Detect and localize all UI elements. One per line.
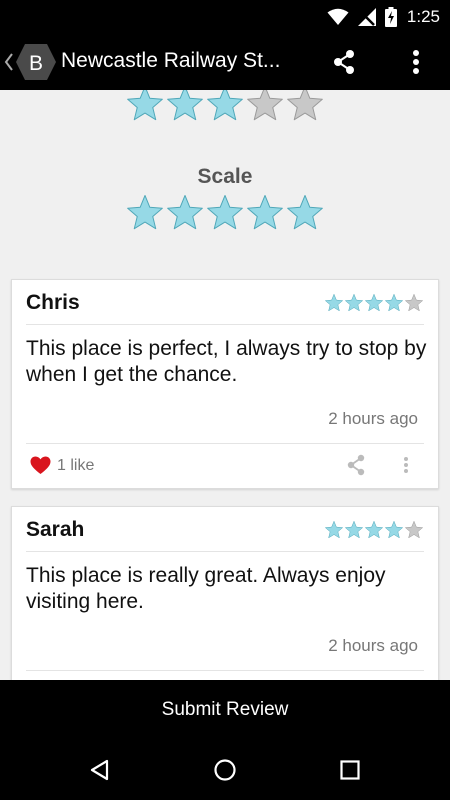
star-empty-icon	[405, 520, 423, 539]
share-icon	[347, 454, 365, 476]
status-bar: 1:25	[0, 0, 450, 34]
star-filled-icon	[167, 194, 203, 230]
reviewer-name: Chris	[26, 291, 80, 314]
app-logo-button[interactable]: B	[4, 40, 58, 84]
star-filled-icon	[287, 194, 323, 230]
divider	[26, 324, 424, 325]
divider	[26, 670, 424, 671]
star-filled-icon	[325, 520, 343, 539]
star-filled-icon	[325, 293, 343, 312]
recents-square-icon	[340, 760, 360, 780]
app-title: Newcastle Railway St...	[61, 49, 281, 72]
signal-icon	[357, 8, 376, 26]
wifi-icon	[327, 8, 349, 25]
star-filled-icon	[385, 293, 403, 312]
like-count: 1 like	[57, 456, 95, 474]
star-filled-icon	[207, 90, 243, 121]
review-text: This place is perfect, I always try to s…	[26, 337, 427, 386]
app-logo-icon: B	[16, 44, 56, 80]
submit-review-button[interactable]: Submit Review	[0, 680, 450, 740]
screen: 1:25 B Newcastle Railway St... Scale Chr…	[0, 0, 450, 800]
star-filled-icon	[127, 90, 163, 121]
status-icons: 1:25	[327, 5, 440, 29]
star-filled-icon	[345, 520, 363, 539]
review-rating-stars	[324, 520, 424, 539]
star-filled-icon	[345, 293, 363, 312]
review-more-button[interactable]	[399, 454, 413, 476]
divider	[26, 443, 424, 444]
share-button[interactable]	[326, 44, 362, 80]
top-rating-stars[interactable]	[0, 90, 450, 122]
app-bar: B Newcastle Railway St...	[0, 34, 450, 90]
like-button[interactable]: 1 like	[30, 456, 94, 475]
review-share-button[interactable]	[345, 454, 367, 476]
review-content[interactable]: Scale Chris This place is perfect, I alw…	[0, 90, 450, 680]
star-filled-icon	[167, 90, 203, 121]
status-time: 1:25	[406, 7, 440, 26]
share-icon	[334, 50, 354, 74]
heart-icon	[30, 456, 51, 474]
more-vert-icon	[413, 50, 419, 74]
review-card: Sarah This place is really great. Always…	[11, 506, 439, 680]
star-empty-icon	[287, 90, 323, 121]
nav-home-button[interactable]	[210, 755, 240, 785]
scale-rating-stars[interactable]	[0, 193, 450, 231]
reviewer-name: Sarah	[26, 518, 85, 541]
navigation-bar	[0, 740, 450, 800]
star-empty-icon	[405, 293, 423, 312]
review-time: 2 hours ago	[328, 409, 418, 428]
more-options-button[interactable]	[398, 44, 434, 80]
more-vert-icon	[404, 457, 408, 473]
star-filled-icon	[127, 194, 163, 230]
home-circle-icon	[214, 759, 236, 781]
back-triangle-icon	[90, 759, 109, 781]
battery-charging-icon	[384, 7, 397, 27]
star-filled-icon	[365, 293, 383, 312]
star-empty-icon	[247, 90, 283, 121]
star-filled-icon	[207, 194, 243, 230]
scale-label: Scale	[197, 165, 253, 188]
star-filled-icon	[365, 520, 383, 539]
star-filled-icon	[385, 520, 403, 539]
review-text: This place is really great. Always enjoy…	[26, 564, 386, 613]
nav-back-button[interactable]	[85, 755, 115, 785]
nav-recents-button[interactable]	[335, 755, 365, 785]
review-card: Chris This place is perfect, I always tr…	[11, 279, 439, 489]
review-time: 2 hours ago	[328, 636, 418, 655]
star-filled-icon	[247, 194, 283, 230]
back-chevron-icon	[4, 53, 13, 71]
divider	[26, 551, 424, 552]
review-rating-stars	[324, 293, 424, 312]
svg-text:B: B	[29, 52, 43, 75]
